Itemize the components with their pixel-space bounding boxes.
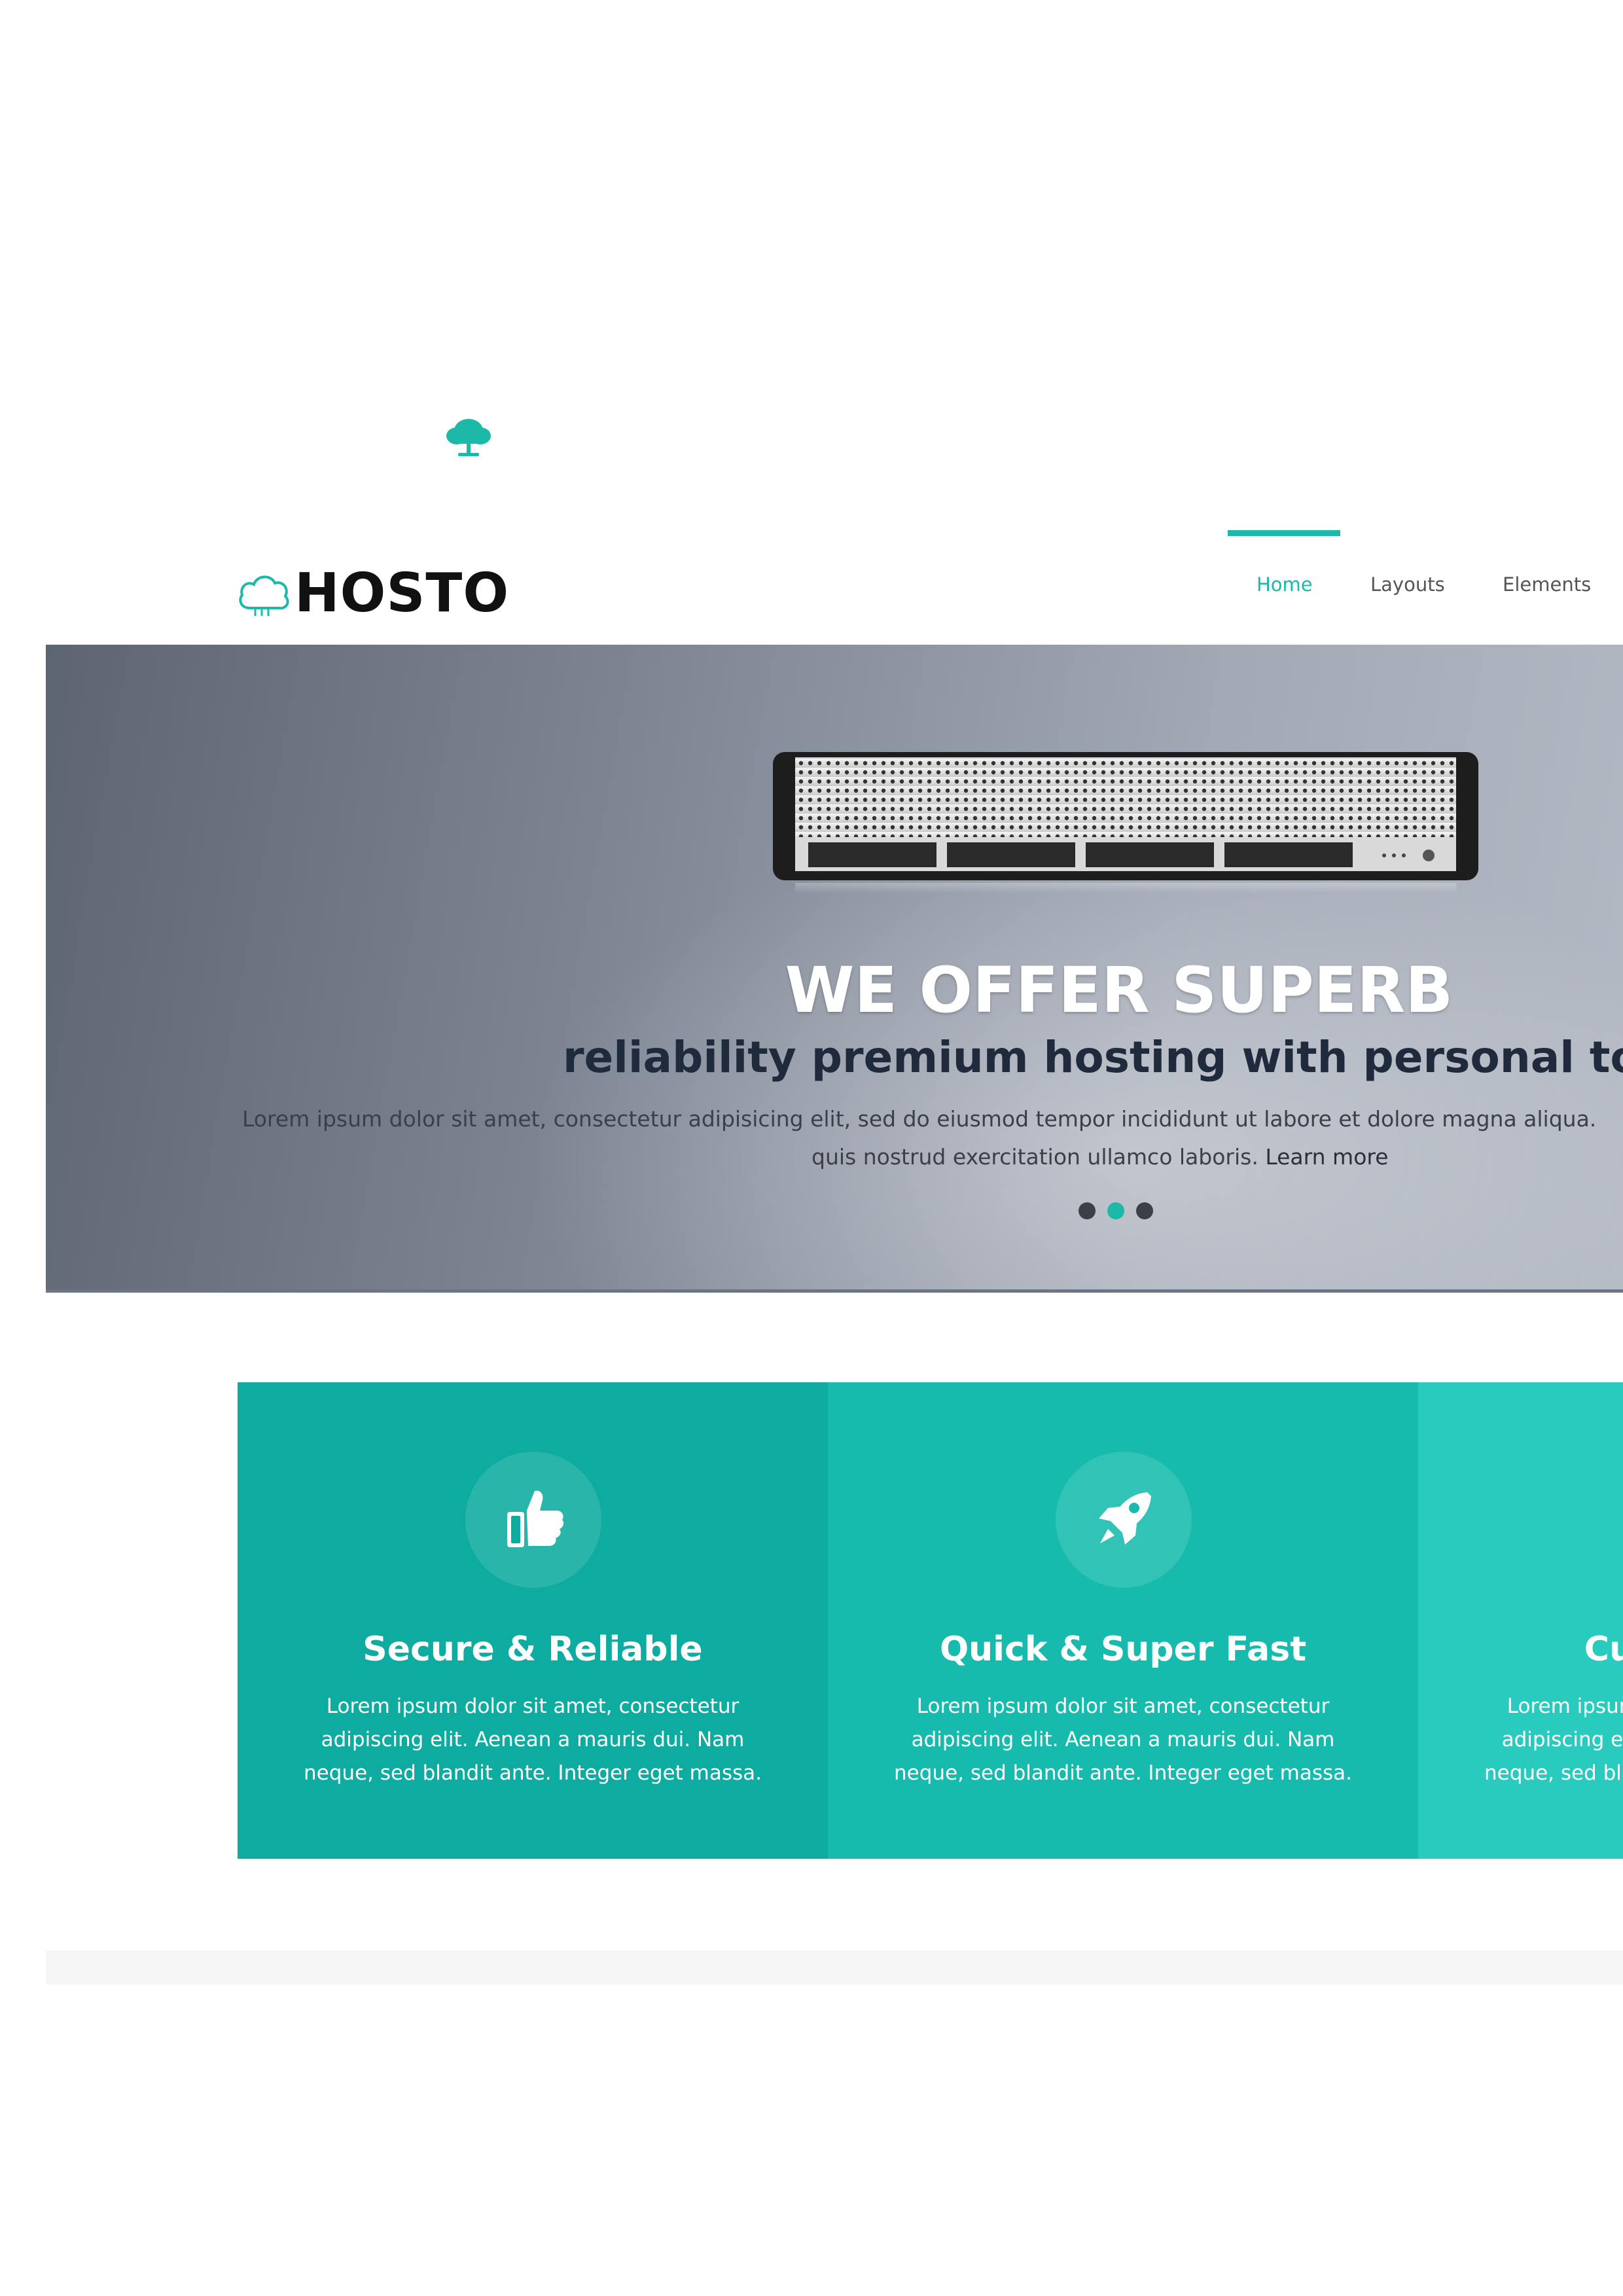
hero-body: Lorem ipsum dolor sit amet, consectetur … xyxy=(242,1106,1597,1132)
hero-body-text: quis nostrud exercitation ullamco labori… xyxy=(812,1144,1258,1170)
feature-text-line: neque, sed blandit ante. Integer eget ma… xyxy=(304,1761,762,1785)
feature-title: Secure & Reliable xyxy=(363,1630,703,1669)
cloud-icon xyxy=(239,575,289,616)
features-section: Secure & Reliable Lorem ipsum dolor sit … xyxy=(238,1382,1623,1859)
slider-dot[interactable] xyxy=(1136,1202,1153,1219)
logo-text: HOSTO xyxy=(294,562,510,624)
feature-description: Lorem ipsum dolor sit amet, consectetur … xyxy=(828,1690,1418,1790)
feature-text-line: adipiscing elit. Aenean a mauris dui. Na… xyxy=(1501,1728,1623,1751)
section-divider xyxy=(46,1950,1623,1984)
slider-dot-active[interactable] xyxy=(1107,1202,1124,1219)
nav-item-home[interactable]: Home xyxy=(1257,573,1313,596)
hero-subtitle: reliability premium hosting with persona… xyxy=(563,1032,1623,1083)
feature-text-line: neque, sed blandit ante. Integer eget ma… xyxy=(1484,1761,1623,1785)
feature-text-line: neque, sed blandit ante. Integer eget ma… xyxy=(894,1761,1352,1785)
nav-item-layouts[interactable]: Layouts xyxy=(1370,573,1445,596)
learn-more-link[interactable]: Learn more xyxy=(1265,1144,1388,1170)
nav-item-elements[interactable]: Elements xyxy=(1503,573,1591,596)
thumbs-up-icon xyxy=(465,1452,601,1588)
hero-title: WE OFFER SUPERB xyxy=(785,954,1454,1027)
feature-card: Customizable Lorem ipsum dolor sit amet,… xyxy=(1418,1382,1623,1859)
feature-card: Quick & Super Fast Lorem ipsum dolor sit… xyxy=(828,1382,1418,1859)
nav-active-indicator xyxy=(1228,530,1340,536)
feature-title: Customizable xyxy=(1584,1630,1623,1669)
feature-text-line: adipiscing elit. Aenean a mauris dui. Na… xyxy=(321,1728,745,1751)
server-rack-image xyxy=(773,752,1478,893)
feature-text-line: adipiscing elit. Aenean a mauris dui. Na… xyxy=(911,1728,1335,1751)
feature-title: Quick & Super Fast xyxy=(939,1630,1307,1669)
hero-slider: WE OFFER SUPERB reliability premium host… xyxy=(46,645,1623,1293)
slider-pagination xyxy=(1079,1202,1153,1219)
feature-card: Secure & Reliable Lorem ipsum dolor sit … xyxy=(238,1382,828,1859)
slider-dot[interactable] xyxy=(1079,1202,1096,1219)
feature-text-line: Lorem ipsum dolor sit amet, consectetur xyxy=(326,1695,740,1718)
hero-divider xyxy=(46,1289,1623,1293)
feature-text-line: Lorem ipsum dolor sit amet, consectetur xyxy=(916,1695,1330,1718)
hero-body-line2: quis nostrud exercitation ullamco labori… xyxy=(812,1144,1389,1170)
feature-description: Lorem ipsum dolor sit amet, consectetur … xyxy=(238,1690,828,1790)
cloud-tree-icon xyxy=(442,414,495,459)
site-logo[interactable]: HOSTO xyxy=(236,558,509,630)
rocket-icon xyxy=(1056,1452,1192,1588)
feature-text-line: Lorem ipsum dolor sit amet, consectetur xyxy=(1507,1695,1623,1718)
feature-description: Lorem ipsum dolor sit amet, consectetur … xyxy=(1418,1690,1623,1790)
